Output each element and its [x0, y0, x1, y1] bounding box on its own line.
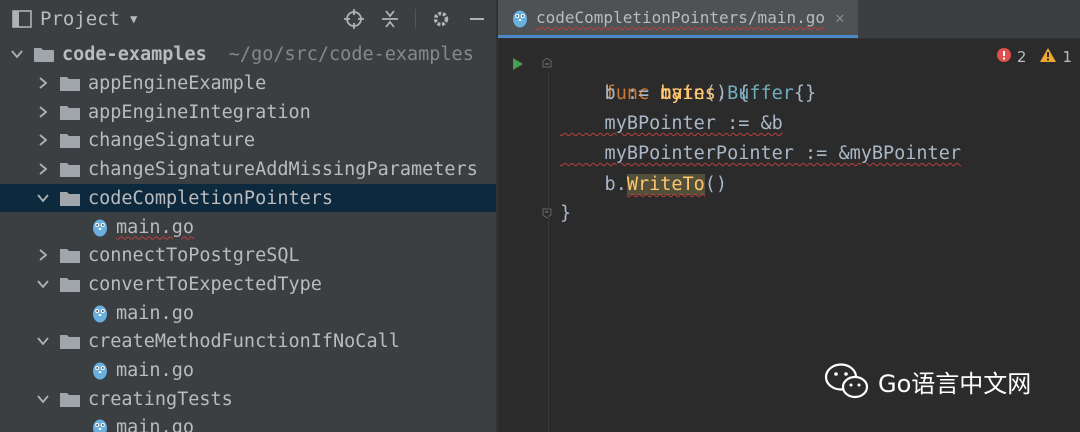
tree-row[interactable]: connectToPostgreSQL	[0, 241, 496, 269]
code-type: Buffer	[727, 83, 794, 104]
tree-item-label: main.go	[116, 302, 194, 324]
tree-item-label: changeSignatureAddMissingParameters	[88, 158, 478, 180]
code-text: myBPointerPointer := &myBPointer	[560, 143, 961, 164]
folder-icon	[34, 48, 54, 62]
chevron-right-icon[interactable]	[36, 106, 50, 118]
folder-icon	[60, 393, 80, 407]
tree-row-file[interactable]: main.go	[0, 299, 496, 327]
code-method-call: WriteTo	[626, 174, 705, 195]
folder-icon	[60, 106, 80, 120]
tree-row[interactable]: changeSignature	[0, 126, 496, 154]
go-file-icon	[513, 10, 527, 27]
code-line-5: b.WriteTo()	[560, 170, 727, 200]
wechat-icon	[824, 363, 869, 399]
editor-tab-main-go[interactable]: codeCompletionPointers/main.go ✕	[498, 0, 858, 38]
code-text: }	[560, 203, 572, 224]
tree-item-label: changeSignature	[88, 129, 256, 151]
code-package: bytes	[660, 83, 716, 104]
tree-row-file[interactable]: main.go	[0, 413, 496, 432]
tree-row[interactable]: changeSignatureAddMissingParameters	[0, 155, 496, 183]
error-count: 2	[1016, 48, 1027, 66]
dropdown-arrow-icon[interactable]: ▼	[130, 12, 137, 26]
locate-icon[interactable]	[343, 8, 365, 30]
inspection-widget[interactable]: 2 1	[996, 48, 1072, 66]
code-text: {}	[793, 83, 817, 104]
tree-item-label: appEngineExample	[88, 72, 267, 94]
code-line-1: func main() {	[560, 49, 750, 104]
chevron-right-icon[interactable]	[36, 77, 50, 89]
tree-item-label: appEngineIntegration	[88, 101, 311, 123]
folder-icon	[60, 134, 80, 148]
tree-item-label: main.go	[116, 416, 194, 432]
tree-item-label: code-examples	[62, 43, 207, 65]
fold-icon[interactable]	[542, 208, 552, 218]
project-panel-header: Project ▼	[0, 0, 496, 38]
go-file-icon	[93, 219, 107, 237]
chevron-right-icon[interactable]	[36, 249, 50, 261]
go-file-icon	[93, 419, 107, 432]
code-text: b.	[560, 174, 627, 195]
chevron-down-icon[interactable]	[36, 194, 50, 202]
error-icon	[996, 48, 1011, 66]
warning-count: 1	[1062, 48, 1072, 66]
warning-icon	[1040, 48, 1057, 66]
close-icon[interactable]: ✕	[835, 8, 845, 27]
tree-row[interactable]: appEngineExample	[0, 69, 496, 97]
tree-row[interactable]: createMethodFunctionIfNoCall	[0, 327, 496, 355]
chevron-down-icon[interactable]	[10, 50, 24, 58]
folder-icon	[60, 335, 80, 349]
watermark-text: Go语言中文网	[878, 369, 1032, 398]
tab-label: codeCompletionPointers/main.go	[536, 8, 825, 27]
collapse-all-icon[interactable]	[379, 8, 401, 30]
folder-icon	[60, 77, 80, 91]
code-text: myBPointer := &b	[560, 113, 783, 134]
folder-icon	[60, 163, 80, 177]
tree-row-file[interactable]: main.go	[0, 213, 496, 241]
project-panel-title[interactable]: Project	[40, 8, 120, 30]
tree-row-selected[interactable]: codeCompletionPointers	[0, 184, 496, 212]
chevron-down-icon[interactable]	[36, 280, 50, 288]
run-icon[interactable]	[512, 56, 524, 75]
toolbar-separator	[415, 9, 416, 29]
folder-icon	[60, 249, 80, 263]
minimize-icon[interactable]	[466, 8, 488, 30]
window-icon	[12, 10, 32, 28]
editor-tab-bar: codeCompletionPointers/main.go ✕	[498, 0, 1080, 39]
chevron-down-icon[interactable]	[36, 337, 50, 345]
code-line-2: b := bytes.Buffer{}	[560, 79, 817, 109]
watermark: Go语言中文网	[824, 362, 1031, 400]
tree-item-label: connectToPostgreSQL	[88, 244, 300, 266]
tree-row[interactable]: creatingTests	[0, 385, 496, 413]
code-text: b :=	[560, 83, 661, 104]
tree-item-label: main.go	[116, 216, 194, 238]
go-file-icon	[93, 362, 107, 380]
tree-item-label: createMethodFunctionIfNoCall	[88, 330, 400, 352]
fold-icon[interactable]	[542, 58, 552, 68]
code-text: ()	[704, 174, 728, 195]
indent-guide	[548, 72, 549, 432]
tree-item-label: codeCompletionPointers	[88, 187, 334, 209]
chevron-right-icon[interactable]	[36, 163, 50, 175]
tree-row[interactable]: appEngineIntegration	[0, 98, 496, 126]
tree-row-root[interactable]: code-examples ~/go/src/code-examples	[0, 40, 496, 68]
panel-toolbar	[343, 0, 488, 38]
tree-item-label: convertToExpectedType	[88, 273, 322, 295]
chevron-right-icon[interactable]	[36, 134, 50, 146]
code-line-4: myBPointerPointer := &myBPointer	[560, 139, 961, 169]
tree-row[interactable]: convertToExpectedType	[0, 270, 496, 298]
tree-item-label: main.go	[116, 359, 194, 381]
tree-item-label: creatingTests	[88, 388, 233, 410]
code-text: .	[715, 83, 728, 104]
folder-icon	[60, 192, 80, 206]
tree-row-file[interactable]: main.go	[0, 356, 496, 384]
project-panel: Project ▼ code-examples ~/go/src/code-ex…	[0, 0, 496, 432]
folder-icon	[60, 278, 80, 292]
gear-icon[interactable]	[430, 8, 452, 30]
go-file-icon	[93, 305, 107, 323]
chevron-down-icon[interactable]	[36, 395, 50, 403]
code-line-6: }	[560, 199, 571, 229]
code-line-3: myBPointer := &b	[560, 109, 783, 139]
tree-item-path: ~/go/src/code-examples	[228, 43, 474, 65]
